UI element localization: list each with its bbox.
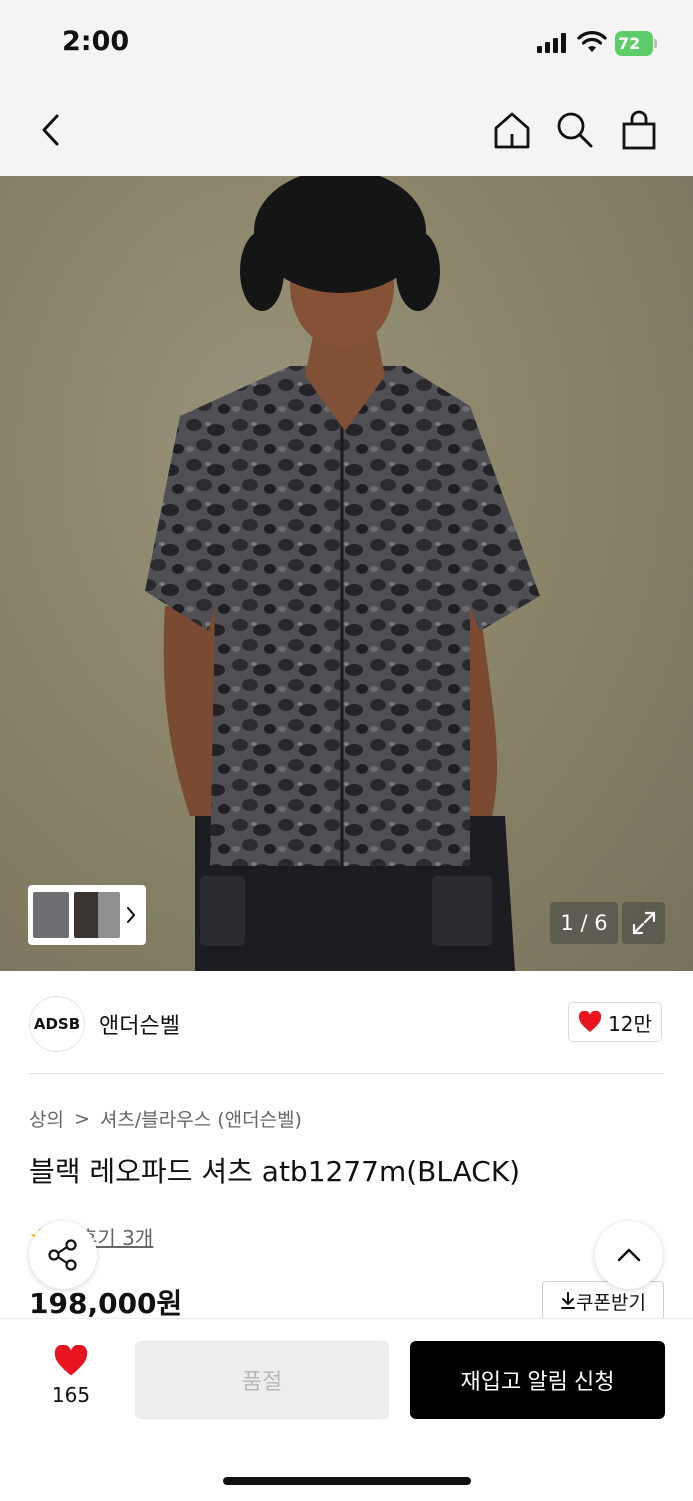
chevron-right-icon [127,907,136,923]
brand-like-button[interactable]: 12만 [568,1002,662,1042]
status-time: 2:00 [62,26,130,57]
thumbnail-strip[interactable] [28,885,146,945]
wish-button[interactable]: 165 [40,1344,102,1407]
top-nav [0,88,693,176]
breadcrumb-separator: > [73,1107,90,1130]
brand-name[interactable]: 앤더슨벨 [99,1008,180,1040]
image-counter: 1 / 6 [550,902,618,944]
chevron-up-icon [617,1248,641,1262]
thumbnail-3[interactable] [98,892,120,938]
home-icon[interactable] [490,108,534,152]
breadcrumb-subcategory[interactable]: 셔츠/블라우스 (앤더슨벨) [100,1105,302,1132]
battery-level: 72 [618,34,641,53]
bag-icon[interactable] [617,108,661,152]
status-bar: 2:00 72 [0,0,693,88]
signal-icon [537,33,566,53]
thumbnail-1[interactable] [33,892,69,938]
coupon-button[interactable]: 쿠폰받기 [542,1281,664,1321]
soldout-button[interactable]: 품절 [135,1341,389,1419]
wish-count: 165 [51,1383,91,1407]
product-image[interactable]: 1 / 6 [0,176,693,971]
product-title: 블랙 레오파드 셔츠 atb1277m(BLACK) [29,1155,521,1188]
model-photo [145,176,540,971]
scroll-top-button[interactable] [595,1221,663,1289]
download-icon [561,1292,576,1309]
breadcrumb: 상의 > 셔츠/블라우스 (앤더슨벨) [29,1105,302,1132]
restock-alert-button[interactable]: 재입고 알림 신청 [410,1341,665,1419]
coupon-label: 쿠폰받기 [576,1291,646,1314]
expand-icon[interactable] [622,902,665,944]
share-icon [48,1239,77,1271]
battery-indicator: 72 [615,31,657,56]
search-icon[interactable] [553,108,597,152]
product-price: 198,000원 [29,1287,183,1320]
divider [29,1073,664,1074]
wifi-icon [577,31,607,52]
heart-icon [578,1011,602,1032]
share-button[interactable] [29,1221,97,1289]
brand-logo[interactable]: ADSB [29,996,85,1052]
brand-like-count: 12만 [608,1011,652,1036]
bottom-action-bar: 165 품절 재입고 알림 신청 [0,1318,693,1501]
home-indicator [223,1477,471,1485]
breadcrumb-category[interactable]: 상의 [29,1105,64,1132]
back-icon[interactable] [28,108,72,152]
heart-icon [54,1344,88,1376]
